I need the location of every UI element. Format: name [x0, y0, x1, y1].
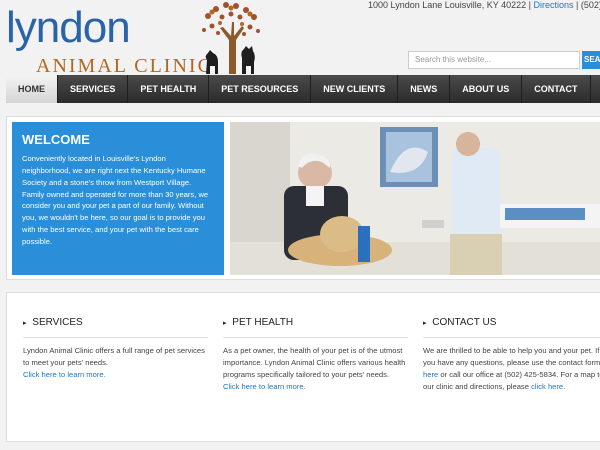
address-text: 1000 Lyndon Lane Louisville, KY 40222 | [368, 0, 531, 10]
contact-text-1: We are thrilled to be able to help you a… [423, 346, 600, 368]
nav-pet-resources[interactable]: PET RESOURCES [209, 75, 312, 103]
nav-news[interactable]: NEWS [398, 75, 451, 103]
contact-text-3: . [563, 382, 566, 392]
divider [423, 337, 600, 338]
pet-health-title: PET HEALTH [232, 317, 294, 328]
pet-health-learn-more-link[interactable]: Click here to learn more. [223, 382, 306, 391]
pet-health-text: As a pet owner, the health of your pet i… [223, 346, 406, 380]
top-address-bar: 1000 Lyndon Lane Louisville, KY 40222 | … [368, 0, 600, 10]
welcome-title: WELCOME [22, 132, 90, 147]
search-input[interactable]: Search this website... [408, 51, 580, 69]
nav-pet-health[interactable]: PET HEALTH [128, 75, 210, 103]
directions-link[interactable]: Directions [533, 0, 573, 10]
feature-columns: ▸ SERVICES Lyndon Animal Clinic offers a… [6, 292, 600, 442]
services-title: SERVICES [32, 317, 83, 328]
nav-about-us[interactable]: ABOUT US [450, 75, 523, 103]
divider [223, 337, 408, 338]
nav-services[interactable]: SERVICES [58, 75, 129, 103]
contact-form-link[interactable]: here [423, 370, 438, 379]
logo-wordmark[interactable]: lyndon [6, 6, 131, 50]
nav-contact[interactable]: CONTACT [522, 75, 591, 103]
phone-text: | (502) 425 [576, 0, 600, 10]
hero-panel: WELCOME Conveniently located in Louisvil… [6, 116, 600, 280]
search-button[interactable]: SEA [582, 51, 600, 69]
services-heading[interactable]: ▸ SERVICES [23, 317, 208, 328]
main-nav: HOME SERVICES PET HEALTH PET RESOURCES N… [6, 75, 600, 103]
pet-health-heading[interactable]: ▸ PET HEALTH [223, 317, 408, 328]
chevron-right-icon: ▸ [223, 320, 227, 327]
welcome-text: Conveniently located in Louisville's Lyn… [22, 154, 209, 246]
contact-column: ▸ CONTACT US We are thrilled to be able … [423, 317, 600, 394]
divider [23, 337, 208, 338]
tree-and-pets-logo-icon [202, 2, 260, 74]
contact-title: CONTACT US [432, 317, 497, 328]
nav-new-clients[interactable]: NEW CLIENTS [311, 75, 399, 103]
contact-text-2: or call our office at (502) 425-5834. Fo… [423, 370, 600, 392]
services-column: ▸ SERVICES Lyndon Animal Clinic offers a… [23, 317, 208, 381]
clinic-photo [230, 122, 600, 275]
services-learn-more-link[interactable]: Click here to learn more. [23, 370, 106, 379]
chevron-right-icon: ▸ [23, 320, 27, 327]
welcome-box: WELCOME Conveniently located in Louisvil… [12, 122, 224, 275]
directions-click-here-link[interactable]: click here [531, 382, 563, 391]
nav-home[interactable]: HOME [6, 75, 58, 103]
contact-heading[interactable]: ▸ CONTACT US [423, 317, 600, 328]
chevron-right-icon: ▸ [423, 320, 427, 327]
services-text: Lyndon Animal Clinic offers a full range… [23, 346, 205, 368]
pet-health-column: ▸ PET HEALTH As a pet owner, the health … [223, 317, 408, 394]
